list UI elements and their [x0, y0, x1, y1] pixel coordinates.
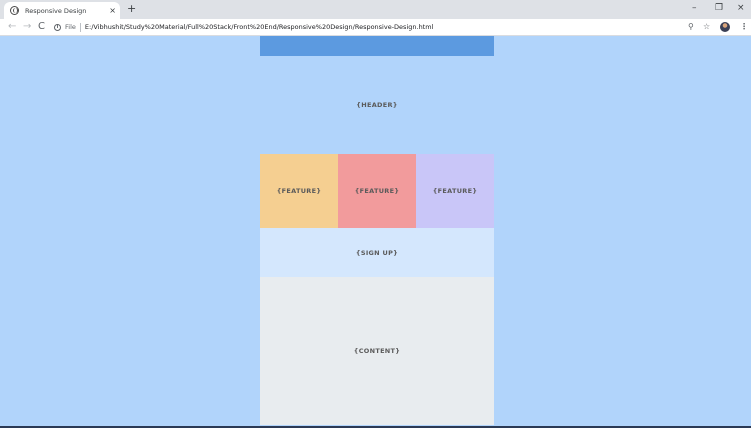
- back-arrow-icon[interactable]: ←: [8, 20, 16, 34]
- tab-strip: Responsive Design × + – ❐ ×: [0, 0, 751, 19]
- profile-avatar[interactable]: [720, 22, 730, 32]
- scheme-label: File: [65, 23, 76, 31]
- bookmark-star-icon[interactable]: ☆: [703, 21, 710, 33]
- header-section: {HEADER}: [260, 56, 494, 154]
- close-window-button[interactable]: ×: [737, 2, 745, 14]
- browser-toolbar: ← → C i File E:/Vibhushit/Study%20Materi…: [0, 19, 751, 36]
- menu-icon[interactable]: ⋮: [740, 21, 748, 33]
- address-bar[interactable]: i File E:/Vibhushit/Study%20Material/Ful…: [54, 20, 674, 34]
- url-text[interactable]: E:/Vibhushit/Study%20Material/Full%20Sta…: [85, 23, 433, 31]
- forward-arrow-icon[interactable]: →: [23, 20, 31, 34]
- feature-box-3: {FEATURE}: [416, 154, 494, 228]
- content-section: {CONTENT}: [260, 277, 494, 425]
- minimize-button[interactable]: –: [692, 2, 697, 14]
- omnibox-divider: [79, 22, 81, 32]
- zoom-icon[interactable]: ⚲: [688, 21, 694, 33]
- reload-icon[interactable]: C: [38, 20, 45, 34]
- browser-window: Responsive Design × + – ❐ × ← → C i File…: [0, 0, 751, 428]
- feature-box-2: {FEATURE}: [338, 154, 416, 228]
- info-icon[interactable]: i: [54, 23, 61, 31]
- page-container: {HEADER} {FEATURE} {FEATURE} {FEATURE} {…: [260, 36, 494, 425]
- new-tab-button[interactable]: +: [127, 3, 136, 15]
- feature-box-1: {FEATURE}: [260, 154, 338, 228]
- page-viewport: {HEADER} {FEATURE} {FEATURE} {FEATURE} {…: [0, 36, 751, 428]
- tab-close-icon[interactable]: ×: [109, 6, 116, 15]
- maximize-button[interactable]: ❐: [715, 2, 723, 14]
- nav-bar: [260, 36, 494, 56]
- signup-section: {SIGN UP}: [260, 228, 494, 277]
- tab-responsive-design[interactable]: Responsive Design ×: [4, 2, 120, 19]
- tab-title: Responsive Design: [25, 6, 87, 15]
- features-row: {FEATURE} {FEATURE} {FEATURE}: [260, 154, 494, 228]
- globe-icon: [10, 6, 19, 15]
